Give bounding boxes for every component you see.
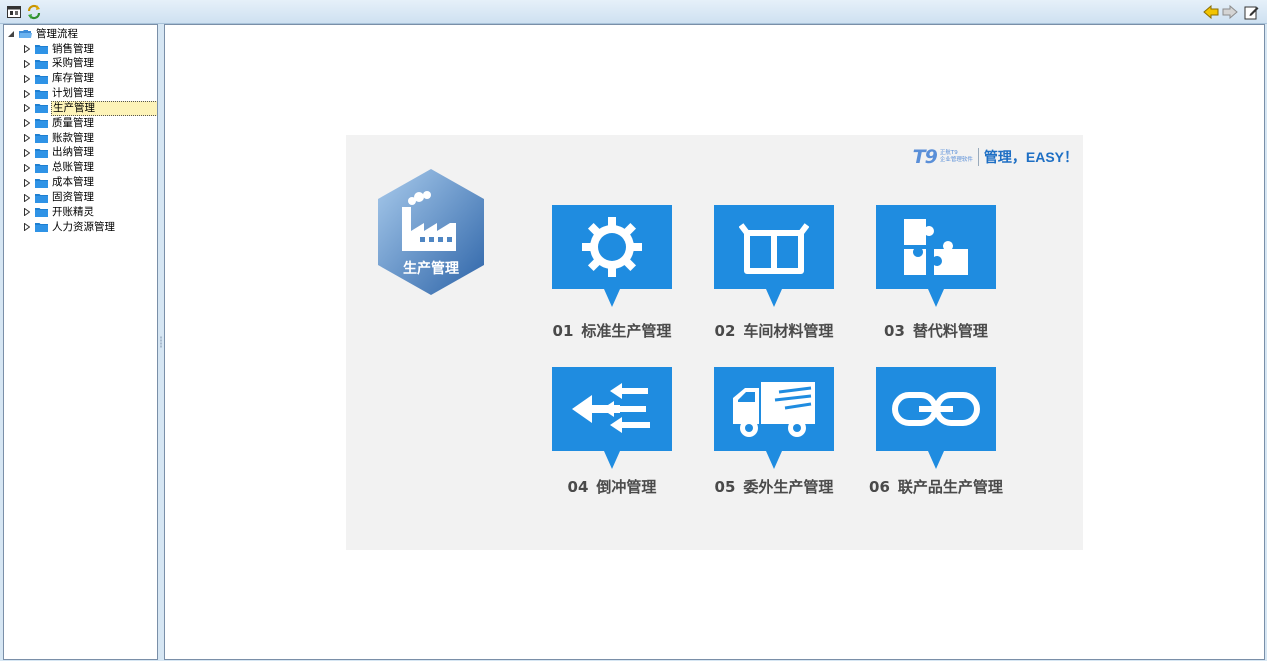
- brand-sub-line-2: 企业管理软件: [939, 157, 973, 163]
- tree-item[interactable]: 生产管理: [22, 100, 157, 116]
- folder-icon: [35, 178, 48, 188]
- folder-icon: [35, 208, 48, 218]
- tree-item-label: 库存管理: [52, 72, 94, 85]
- folder-icon: [35, 74, 48, 84]
- folder-icon: [35, 45, 48, 54]
- tree-item[interactable]: 开账精灵: [22, 205, 157, 219]
- open-folder-icon: [19, 30, 32, 38]
- gear-icon: [552, 205, 672, 289]
- content-area: T9 正航T9 企业管理软件 管理，EASY！ 生产管理 01 标准生产管理 0…: [164, 24, 1265, 660]
- tree-item[interactable]: 销售管理: [22, 42, 157, 56]
- tree-item-label: 总账管理: [52, 161, 94, 174]
- brand-slogan: 管理，EASY！: [983, 149, 1078, 165]
- brand-subtitle: 正航T9 企业管理软件: [940, 150, 973, 164]
- tree-item-label: 质量管理: [52, 116, 94, 129]
- window-icon[interactable]: [6, 4, 22, 20]
- collapsed-triangle-icon[interactable]: [22, 57, 32, 71]
- tile-workshop-material[interactable]: [714, 205, 834, 307]
- tree-item-label: 开账精灵: [52, 205, 94, 218]
- box-icon: [714, 205, 834, 289]
- navigation-tree: 管理流程 销售管理采购管理库存管理计划管理 生产管理 质量管理账款管理出纳管理总账管…: [3, 24, 158, 660]
- collapsed-triangle-icon[interactable]: [22, 161, 32, 175]
- tree-item[interactable]: 采购管理: [22, 57, 157, 71]
- tile-joint-product[interactable]: [876, 367, 996, 469]
- arrows-left-icon: [552, 367, 672, 451]
- collapsed-triangle-icon[interactable]: [22, 101, 32, 115]
- folder-icon: [35, 193, 48, 203]
- collapsed-triangle-icon[interactable]: [22, 220, 32, 234]
- back-arrow-icon[interactable]: [1203, 4, 1219, 20]
- forward-arrow-icon[interactable]: [1222, 4, 1238, 20]
- tree-item-label: 账款管理: [52, 131, 94, 144]
- tree-item-label: 采购管理: [52, 57, 94, 70]
- tile-caption-6: 06 联产品生产管理: [869, 478, 1003, 496]
- collapsed-triangle-icon[interactable]: [22, 176, 32, 190]
- collapsed-triangle-icon[interactable]: [22, 42, 32, 56]
- splitter-grip: [160, 336, 162, 348]
- refresh-icon[interactable]: [26, 4, 42, 20]
- tree-item-label: 固资管理: [52, 191, 94, 203]
- collapsed-triangle-icon[interactable]: [22, 146, 32, 160]
- brand-header: T9 正航T9 企业管理软件 管理，EASY！: [912, 146, 1078, 168]
- collapsed-triangle-icon[interactable]: [22, 131, 32, 145]
- tree-item[interactable]: 固资管理: [22, 191, 157, 205]
- tree-item[interactable]: 计划管理: [22, 87, 157, 101]
- tile-caption-3: 03 替代料管理: [884, 322, 988, 340]
- tree-item[interactable]: 质量管理: [22, 116, 157, 130]
- folder-icon: [35, 119, 48, 129]
- tree-item-label: 人力资源管理: [52, 220, 115, 233]
- module-title: 生产管理: [403, 261, 459, 277]
- folder-icon: [35, 89, 48, 99]
- tree-item[interactable]: 账款管理: [22, 131, 157, 145]
- collapsed-triangle-icon[interactable]: [22, 116, 32, 130]
- folder-icon: [35, 104, 48, 114]
- tree-item[interactable]: 出纳管理: [22, 146, 157, 160]
- tree-item[interactable]: 成本管理: [22, 176, 157, 190]
- tree-item-label: 生产管理: [51, 100, 157, 116]
- brand-divider: [977, 148, 979, 166]
- expanded-triangle-icon[interactable]: [6, 27, 16, 41]
- tree-item-label: 销售管理: [52, 42, 94, 55]
- brand-sub-line-1: 正航T9: [939, 150, 958, 156]
- tree-item-label: 计划管理: [52, 87, 94, 100]
- chain-link-icon: [876, 367, 996, 451]
- truck-icon: [714, 367, 834, 451]
- tree-root[interactable]: 管理流程: [6, 27, 79, 41]
- tile-substitute-material[interactable]: [876, 205, 996, 307]
- collapsed-triangle-icon[interactable]: [22, 87, 32, 101]
- collapsed-triangle-icon[interactable]: [22, 72, 32, 86]
- tile-outsource-production[interactable]: [714, 367, 834, 469]
- collapsed-triangle-icon[interactable]: [22, 191, 32, 205]
- tree-item-label: 成本管理: [52, 176, 94, 189]
- tree-item[interactable]: 总账管理: [22, 161, 157, 175]
- collapsed-triangle-icon[interactable]: [22, 205, 32, 219]
- folder-icon: [35, 59, 48, 69]
- edit-icon[interactable]: [1243, 4, 1259, 20]
- folder-icon: [35, 134, 48, 144]
- production-banner: T9 正航T9 企业管理软件 管理，EASY！ 生产管理 01 标准生产管理 0…: [346, 135, 1083, 550]
- folder-icon: [35, 223, 48, 233]
- folder-icon: [35, 163, 48, 173]
- puzzle-icon: [876, 205, 996, 289]
- toolbar: [0, 0, 1267, 24]
- tree-item[interactable]: 人力资源管理: [22, 220, 157, 234]
- tree-item[interactable]: 库存管理: [22, 72, 157, 86]
- folder-icon: [35, 148, 48, 158]
- brand-logo: T9: [912, 146, 938, 168]
- tile-backflush[interactable]: [552, 367, 672, 469]
- tree-item-label: 出纳管理: [52, 146, 94, 159]
- tile-standard-production[interactable]: [552, 205, 672, 307]
- tree-root-label: 管理流程: [36, 27, 78, 40]
